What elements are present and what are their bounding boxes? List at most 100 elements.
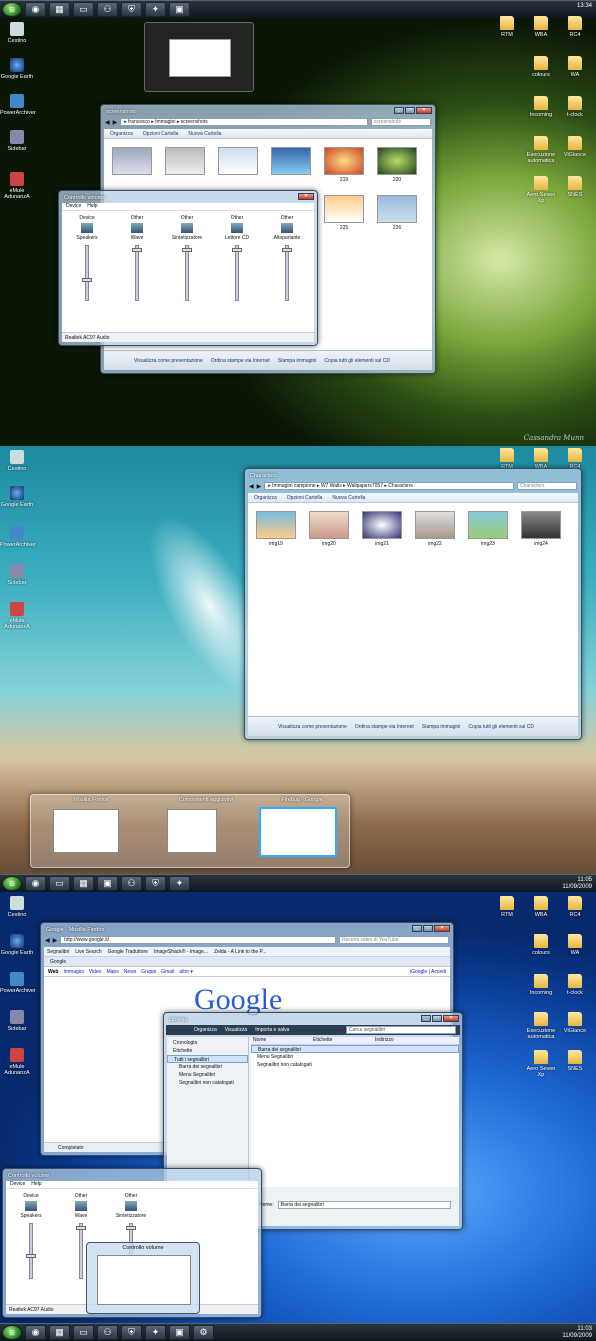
folder-options-button[interactable]: Opzioni Cartella: [143, 131, 179, 137]
organize-menu[interactable]: Organizza: [194, 1027, 217, 1033]
back-icon[interactable]: ◀: [45, 937, 50, 944]
desktop-folder-aero-seven[interactable]: Aero Seven Xp: [524, 1050, 558, 1078]
thumbnail[interactable]: img24: [521, 511, 561, 547]
thumbnail[interactable]: 219: [324, 147, 364, 183]
thumbnail[interactable]: 226: [377, 195, 417, 231]
thumbnail[interactable]: 225: [324, 195, 364, 231]
desktop-icon-emule[interactable]: eMule AdunanzA: [0, 1048, 34, 1076]
thumbnail[interactable]: img19: [256, 511, 296, 547]
maximize-button[interactable]: □: [423, 925, 433, 932]
shield-taskbar-button[interactable]: ⛨: [121, 2, 142, 17]
desktop-folder-wa[interactable]: WA: [558, 56, 592, 78]
gamepad-taskbar-button[interactable]: ⚇: [97, 1325, 118, 1340]
search-input[interactable]: Characters: [517, 482, 577, 490]
slideshow-button[interactable]: Visualizza come presentazione: [278, 724, 347, 730]
joystick-taskbar-button[interactable]: ✦: [145, 2, 166, 17]
bookmark-item[interactable]: ImageShack® - Image...: [154, 949, 208, 955]
desktop-folder-snes[interactable]: SNES: [558, 176, 592, 198]
folder-options-button[interactable]: Opzioni Cartella: [287, 495, 323, 501]
nav-news[interactable]: News: [124, 969, 137, 975]
nav-maps[interactable]: Maps: [106, 969, 118, 975]
thumbnail[interactable]: img21: [362, 511, 402, 547]
menu-device[interactable]: Device: [66, 203, 81, 210]
list-item[interactable]: Menu Segnalibri: [251, 1053, 459, 1061]
window-taskbar-button[interactable]: ▭: [49, 876, 70, 891]
nav-altro[interactable]: altro ▾: [179, 969, 193, 975]
bookmark-item[interactable]: Segnalibri: [47, 949, 69, 955]
desktop-folder-rtm[interactable]: RTM: [490, 448, 524, 470]
menu-help[interactable]: Help: [31, 1181, 41, 1188]
firefox-taskbar-button[interactable]: ◉: [25, 876, 46, 891]
close-button[interactable]: ✕: [434, 925, 450, 932]
tree-item-menu[interactable]: Menu Segnalibri: [167, 1071, 248, 1079]
volume-peek-preview[interactable]: Controllo volume: [86, 1242, 200, 1314]
desktop-folder-wa[interactable]: WA: [558, 934, 592, 956]
app-taskbar-button[interactable]: ▦: [49, 1325, 70, 1340]
print-button[interactable]: Stampa immagini: [422, 724, 461, 730]
desktop-icon-google-earth[interactable]: Google Earth: [0, 486, 34, 508]
nav-immagini[interactable]: Immagini: [63, 969, 83, 975]
nav-web[interactable]: Web: [48, 969, 58, 975]
tree-item-tutti[interactable]: Tutti i segnalibri: [167, 1055, 248, 1063]
menu-device[interactable]: Device: [10, 1181, 25, 1188]
desktop-folder-incoming[interactable]: Incoming: [524, 974, 558, 996]
settings-taskbar-button[interactable]: ⚙: [193, 1325, 214, 1340]
bookmark-item[interactable]: Live Search: [75, 949, 101, 955]
column-header[interactable]: Nome: [251, 1037, 313, 1044]
desktop-icon-emule[interactable]: eMule AdunanzA: [0, 172, 34, 200]
volume-slider[interactable]: [76, 1223, 86, 1279]
maximize-button[interactable]: □: [432, 1015, 442, 1022]
desktop-icon-sidebar[interactable]: Sidebar: [0, 564, 34, 586]
desktop-folder-viglance[interactable]: ViGlance: [558, 136, 592, 158]
tree-item-non-catalogati[interactable]: Segnalibri non catalogati: [167, 1079, 248, 1087]
copy-cd-button[interactable]: Copia tutti gli elementi sul CD: [468, 724, 534, 730]
desktop-folder-wba[interactable]: WBA: [524, 896, 558, 918]
bookmark-item[interactable]: Zelda - A Link to the P...: [214, 949, 266, 955]
flip-thumbnail[interactable]: [53, 809, 119, 853]
minimize-button[interactable]: _: [394, 107, 404, 114]
tab-google[interactable]: Google: [44, 957, 450, 967]
shield-taskbar-button[interactable]: ⛨: [145, 876, 166, 891]
tree-item-cronologia[interactable]: Cronologia: [167, 1039, 248, 1047]
close-button[interactable]: ✕: [443, 1015, 459, 1022]
desktop-icon-google-earth[interactable]: Google Earth: [0, 58, 34, 80]
desktop-icon-powerarchiver[interactable]: PowerArchiver: [0, 94, 36, 116]
desktop-icon-sidebar[interactable]: Sidebar: [0, 1010, 34, 1032]
app-taskbar-button[interactable]: ▦: [49, 2, 70, 17]
joystick-taskbar-button[interactable]: ✦: [169, 876, 190, 891]
desktop-folder-colours[interactable]: colours: [524, 934, 558, 956]
address-bar[interactable]: ▸ Immagini campione ▸ W7 Walls ▸ Wallpap…: [264, 482, 514, 490]
desktop-folder-rc4[interactable]: RC4: [558, 16, 592, 38]
thumbnail[interactable]: img22: [415, 511, 455, 547]
tree-item-etichette[interactable]: Etichette: [167, 1047, 248, 1055]
column-header[interactable]: Etichette: [313, 1037, 375, 1044]
column-header[interactable]: Indirizzo: [375, 1037, 437, 1044]
start-button[interactable]: ⊞: [2, 876, 22, 891]
view-menu[interactable]: Visualizza: [225, 1027, 247, 1033]
thumbnail[interactable]: [112, 147, 152, 183]
bookmark-item[interactable]: Google Traduttore: [108, 949, 148, 955]
search-bookmarks-input[interactable]: Cerca segnalibri: [346, 1026, 456, 1034]
list-item[interactable]: Barra dei segnalibri: [251, 1045, 459, 1053]
nav-gmail[interactable]: Gmail: [161, 969, 174, 975]
volume-slider[interactable]: [232, 245, 242, 301]
volume-slider[interactable]: [82, 245, 92, 301]
search-input[interactable]: Recenti video di YouTube: [339, 936, 449, 944]
search-input[interactable]: screenshots: [371, 118, 431, 126]
monitor-taskbar-button[interactable]: ▣: [97, 876, 118, 891]
volume-slider[interactable]: [182, 245, 192, 301]
monitor-taskbar-button[interactable]: ▣: [169, 1325, 190, 1340]
import-menu[interactable]: Importa e salva: [255, 1027, 289, 1033]
app-taskbar-button[interactable]: ▦: [73, 876, 94, 891]
desktop-folder-rtm[interactable]: RTM: [490, 16, 524, 38]
volume-window[interactable]: Controllo volume ✕ Device Help Device Spe…: [58, 190, 318, 346]
print-button[interactable]: Stampa immagini: [278, 358, 317, 364]
thumbnail[interactable]: [218, 147, 258, 183]
desktop-icon-google-earth[interactable]: Google Earth: [0, 934, 34, 956]
desktop-icon-powerarchiver[interactable]: PowerArchiver: [0, 972, 36, 994]
desktop-folder-t-clock[interactable]: t-clock: [558, 974, 592, 996]
desktop-folder-colours[interactable]: colours: [524, 56, 558, 78]
joystick-taskbar-button[interactable]: ✦: [145, 1325, 166, 1340]
desktop-icon-emule[interactable]: eMule AdunanzA: [0, 602, 34, 630]
forward-icon[interactable]: ▶: [53, 937, 58, 944]
